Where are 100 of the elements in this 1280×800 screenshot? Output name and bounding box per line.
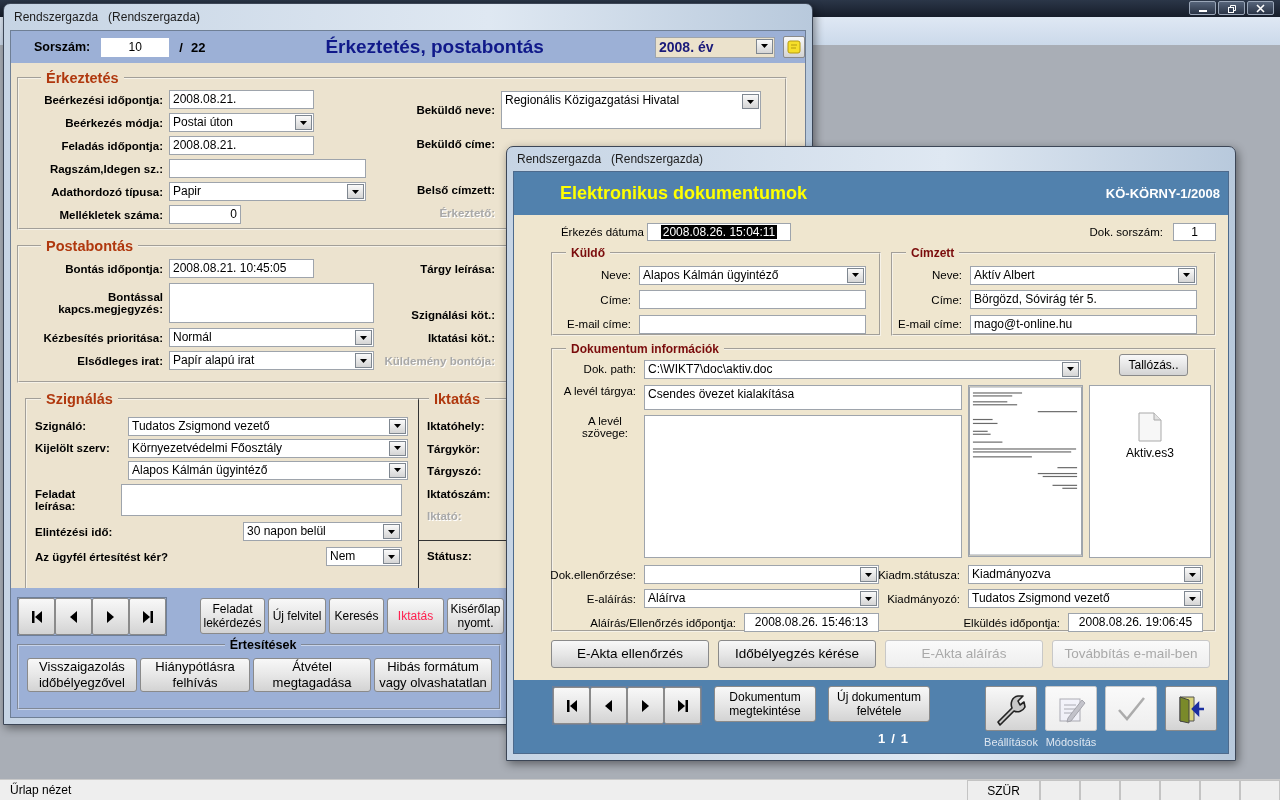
- dropdown-button[interactable]: [295, 115, 312, 130]
- dropdown-button[interactable]: [383, 524, 400, 539]
- previous-record-button[interactable]: [55, 598, 92, 635]
- record-total: 22: [190, 39, 206, 55]
- group-title: Szignálás: [45, 391, 114, 407]
- field-label: Kézbesítés prioritása:: [42, 331, 163, 344]
- group-title: Küldő: [570, 246, 606, 260]
- input-field[interactable]: 2008.08.21.: [169, 90, 314, 109]
- field-label: Beküldő neve:: [415, 104, 495, 116]
- field-label: A levél szövege:: [581, 415, 629, 439]
- caret-icon: [394, 446, 401, 450]
- dropdown-button[interactable]: [347, 184, 364, 199]
- dropdown-button[interactable]: [1178, 267, 1195, 283]
- input-field[interactable]: 2008.08.26. 15:46:13: [744, 613, 879, 632]
- next-record-button[interactable]: [627, 687, 664, 724]
- close-button[interactable]: [1247, 1, 1274, 15]
- dropdown-field[interactable]: Tudatos Zsigmond vezető: [128, 416, 408, 436]
- dropdown-button[interactable]: [383, 549, 400, 564]
- input-field[interactable]: [169, 159, 366, 178]
- notification-button[interactable]: Hibás formátum vagy olvashatatlan: [374, 658, 492, 692]
- dropdown-field[interactable]: C:\WIKT7\doc\aktiv.doc: [644, 359, 1081, 379]
- caret-icon: [1183, 273, 1190, 278]
- dropdown-field[interactable]: Környezetvédelmi Főosztály: [128, 438, 408, 458]
- dropdown-field[interactable]: Alapos Kálmán ügyintéző: [128, 460, 408, 480]
- dropdown-field[interactable]: Papír alapú irat: [169, 351, 374, 370]
- input-field[interactable]: 2008.08.26. 19:06:45: [1068, 613, 1203, 632]
- input-field[interactable]: 0: [169, 205, 241, 224]
- notification-button[interactable]: Hiánypótlásra felhívás: [140, 658, 250, 692]
- notification-button[interactable]: Átvétel megtagadása: [253, 658, 371, 692]
- field-label: Elintézési idő:: [35, 525, 114, 538]
- file-name: Aktiv.es3: [1126, 446, 1174, 460]
- dropdown-button[interactable]: [355, 330, 372, 345]
- dropdown-field[interactable]: Aktív Albert: [970, 265, 1197, 285]
- caret-icon: [388, 529, 395, 534]
- caret-icon: [300, 120, 307, 125]
- action-button[interactable]: Feladat lekérdezés: [200, 598, 265, 634]
- dropdown-button[interactable]: [1184, 591, 1201, 606]
- action-button[interactable]: Kisérőlap nyomt.: [447, 598, 504, 634]
- exit-button[interactable]: [1165, 686, 1217, 731]
- dropdown-button[interactable]: [1062, 361, 1079, 377]
- input-field[interactable]: mago@t-online.hu: [970, 314, 1197, 334]
- notification-button[interactable]: Visszaigazolás időbélyegzővel: [27, 658, 137, 692]
- view-document-button[interactable]: Dokumentum megtekintése: [714, 686, 816, 722]
- toolbar-button[interactable]: [783, 36, 805, 58]
- input-field[interactable]: 2008.08.21.: [169, 136, 314, 155]
- input-field[interactable]: 2008.08.26. 15:04:11: [647, 223, 791, 241]
- dropdown-field[interactable]: 30 napon belül: [243, 522, 402, 541]
- field-label: Szignáló:: [35, 420, 88, 432]
- field-label: Tárgy leírása:: [419, 262, 495, 275]
- first-record-button[interactable]: [553, 687, 590, 724]
- dropdown-field[interactable]: Alapos Kálmán ügyintéző: [639, 265, 866, 285]
- dropdown-field[interactable]: Papir: [169, 182, 366, 201]
- last-record-button[interactable]: [129, 598, 166, 635]
- action-button[interactable]: Új felvitel: [268, 598, 326, 634]
- field-label: A levél tárgya:: [562, 385, 636, 397]
- input-field[interactable]: Börgözd, Sóvirág tér 5.: [970, 290, 1197, 310]
- action-button[interactable]: Időbélyegzés kérése: [718, 640, 876, 668]
- record-separator: /: [179, 39, 183, 55]
- dropdown-button[interactable]: [1184, 567, 1201, 582]
- first-record-button[interactable]: [18, 598, 55, 635]
- restore-button[interactable]: [1218, 1, 1245, 15]
- dropdown-field[interactable]: Regionális Közigazgatási Hivatal: [501, 91, 761, 129]
- dropdown-field[interactable]: Postai úton: [169, 113, 314, 132]
- input-field[interactable]: 10: [101, 37, 170, 57]
- dropdown-button[interactable]: [389, 418, 406, 434]
- dropdown-button[interactable]: [389, 440, 406, 456]
- dropdown-button[interactable]: [847, 267, 864, 283]
- text-area[interactable]: Csendes övezet kialakítása: [644, 385, 962, 410]
- dropdown-button[interactable]: [389, 462, 406, 478]
- minimize-button[interactable]: [1189, 1, 1216, 15]
- dropdown-field[interactable]: 2008. év: [655, 36, 775, 58]
- settings-button[interactable]: [985, 686, 1037, 731]
- input-field[interactable]: 1: [1173, 223, 1216, 241]
- dropdown-button[interactable]: [756, 38, 773, 54]
- input-field[interactable]: 2008.08.21. 10:45:05: [169, 259, 314, 278]
- field-label: Dok. path:: [582, 363, 636, 375]
- input-field[interactable]: [639, 290, 866, 310]
- status-text: Űrlap nézet: [9, 781, 73, 799]
- dropdown-field[interactable]: [644, 565, 879, 584]
- dropdown-field[interactable]: Nem: [326, 547, 402, 566]
- new-document-button[interactable]: Új dokumentum felvétele: [828, 686, 930, 722]
- field-label: Kiadm.státusza:: [878, 568, 960, 581]
- input-field[interactable]: [639, 314, 866, 334]
- dropdown-button[interactable]: [742, 94, 759, 109]
- field-label: Szignálási köt.:: [410, 308, 495, 321]
- next-record-button[interactable]: [92, 598, 129, 635]
- dropdown-field[interactable]: Normál: [169, 328, 374, 347]
- dropdown-field[interactable]: Kiadmányozva: [968, 565, 1203, 584]
- dropdown-button[interactable]: [355, 353, 372, 368]
- dropdown-button[interactable]: [860, 567, 877, 582]
- last-record-button[interactable]: [664, 687, 701, 724]
- dropdown-field[interactable]: Tudatos Zsigmond vezető: [968, 589, 1203, 608]
- dropdown-field[interactable]: Aláírva: [644, 589, 879, 608]
- action-button[interactable]: E-Akta ellenőrzés: [551, 640, 709, 668]
- browse-button[interactable]: Tallózás..: [1119, 354, 1188, 376]
- action-button[interactable]: Keresés: [329, 598, 384, 634]
- field-label: Címe:: [930, 293, 962, 306]
- dropdown-button[interactable]: [860, 591, 877, 606]
- sticky-note-icon: [787, 40, 801, 54]
- previous-record-button[interactable]: [590, 687, 627, 724]
